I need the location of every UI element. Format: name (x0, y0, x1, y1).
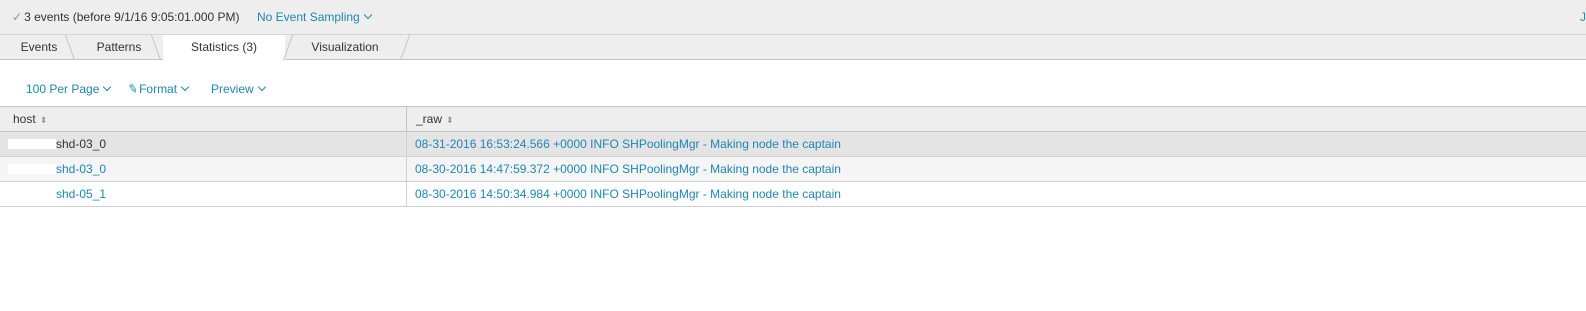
table-row[interactable]: shd-03_0 08-30-2016 14:47:59.372 +0000 I… (0, 157, 1586, 182)
column-label-raw: _raw (416, 112, 443, 126)
event-sampling-dropdown[interactable]: No Event Sampling (257, 10, 372, 24)
format-dropdown[interactable]: ✎Format (126, 81, 190, 97)
table-row[interactable]: shd-03_0 08-31-2016 16:53:24.566 +0000 I… (0, 132, 1586, 157)
tab-statistics-label: Statistics (3) (190, 40, 257, 54)
sort-icon: ⬍ (446, 115, 454, 125)
per-page-dropdown[interactable]: 100 Per Page (26, 82, 112, 96)
raw-cell[interactable]: 08-31-2016 16:53:24.566 +0000 INFO SHPoo… (407, 132, 841, 156)
column-header-host[interactable]: host ⬍ (13, 107, 47, 131)
host-cell[interactable]: shd-03_0 (0, 132, 406, 156)
job-menu-link[interactable]: Jo (1580, 10, 1586, 24)
column-label-host: host (13, 112, 36, 126)
host-value: shd-05_1 (56, 187, 107, 201)
host-value: shd-03_0 (56, 137, 107, 151)
host-cell[interactable]: shd-05_1 (0, 182, 406, 206)
tab-visualization[interactable]: Visualization (290, 35, 400, 59)
tab-statistics[interactable]: Statistics (3) (163, 35, 285, 60)
host-cell[interactable]: shd-03_0 (0, 157, 406, 181)
redacted-block (8, 188, 56, 199)
check-icon: ✓ (12, 10, 23, 24)
chevron-down-icon (363, 10, 372, 20)
event-count-text: 3 events (before 9/1/16 9:05:01.000 PM) (24, 10, 240, 24)
tab-events-label: Events (20, 40, 58, 54)
event-sampling-label: No Event Sampling (257, 10, 360, 24)
format-label: Format (139, 82, 178, 96)
chevron-down-icon (180, 82, 190, 92)
sort-icon: ⬍ (39, 115, 48, 125)
raw-cell[interactable]: 08-30-2016 14:47:59.372 +0000 INFO SHPoo… (407, 157, 841, 181)
per-page-label: 100 Per Page (26, 82, 100, 96)
raw-cell[interactable]: 08-30-2016 14:50:34.984 +0000 INFO SHPoo… (407, 182, 841, 206)
tab-patterns[interactable]: Patterns (80, 35, 158, 59)
redacted-block (8, 138, 56, 149)
job-status: ✓ 3 events (before 9/1/16 9:05:01.000 PM) (12, 10, 240, 24)
pencil-icon: ✎ (126, 81, 140, 97)
tab-patterns-label: Patterns (96, 40, 142, 54)
column-divider[interactable] (406, 107, 407, 131)
column-header-raw[interactable]: _raw ⬍ (416, 107, 454, 131)
search-tabs: Events Patterns Statistics (3) Visualiza… (0, 35, 1586, 60)
table-row[interactable]: shd-05_1 08-30-2016 14:50:34.984 +0000 I… (0, 182, 1586, 207)
job-status-bar: ✓ 3 events (before 9/1/16 9:05:01.000 PM)… (0, 0, 1586, 35)
results-toolbar: 100 Per Page ✎Format Preview (0, 60, 1586, 105)
tab-visualization-label: Visualization (311, 40, 379, 54)
redacted-block (8, 163, 56, 174)
table-header: host ⬍ _raw ⬍ (0, 107, 1586, 132)
preview-dropdown[interactable]: Preview (211, 82, 266, 96)
results-table: host ⬍ _raw ⬍ shd-03_0 08-31-2016 16:53:24… (0, 106, 1586, 207)
tab-divider (400, 35, 411, 60)
chevron-down-icon (257, 82, 266, 92)
host-value: shd-03_0 (56, 162, 107, 176)
preview-label: Preview (211, 82, 254, 96)
chevron-down-icon (103, 82, 112, 92)
